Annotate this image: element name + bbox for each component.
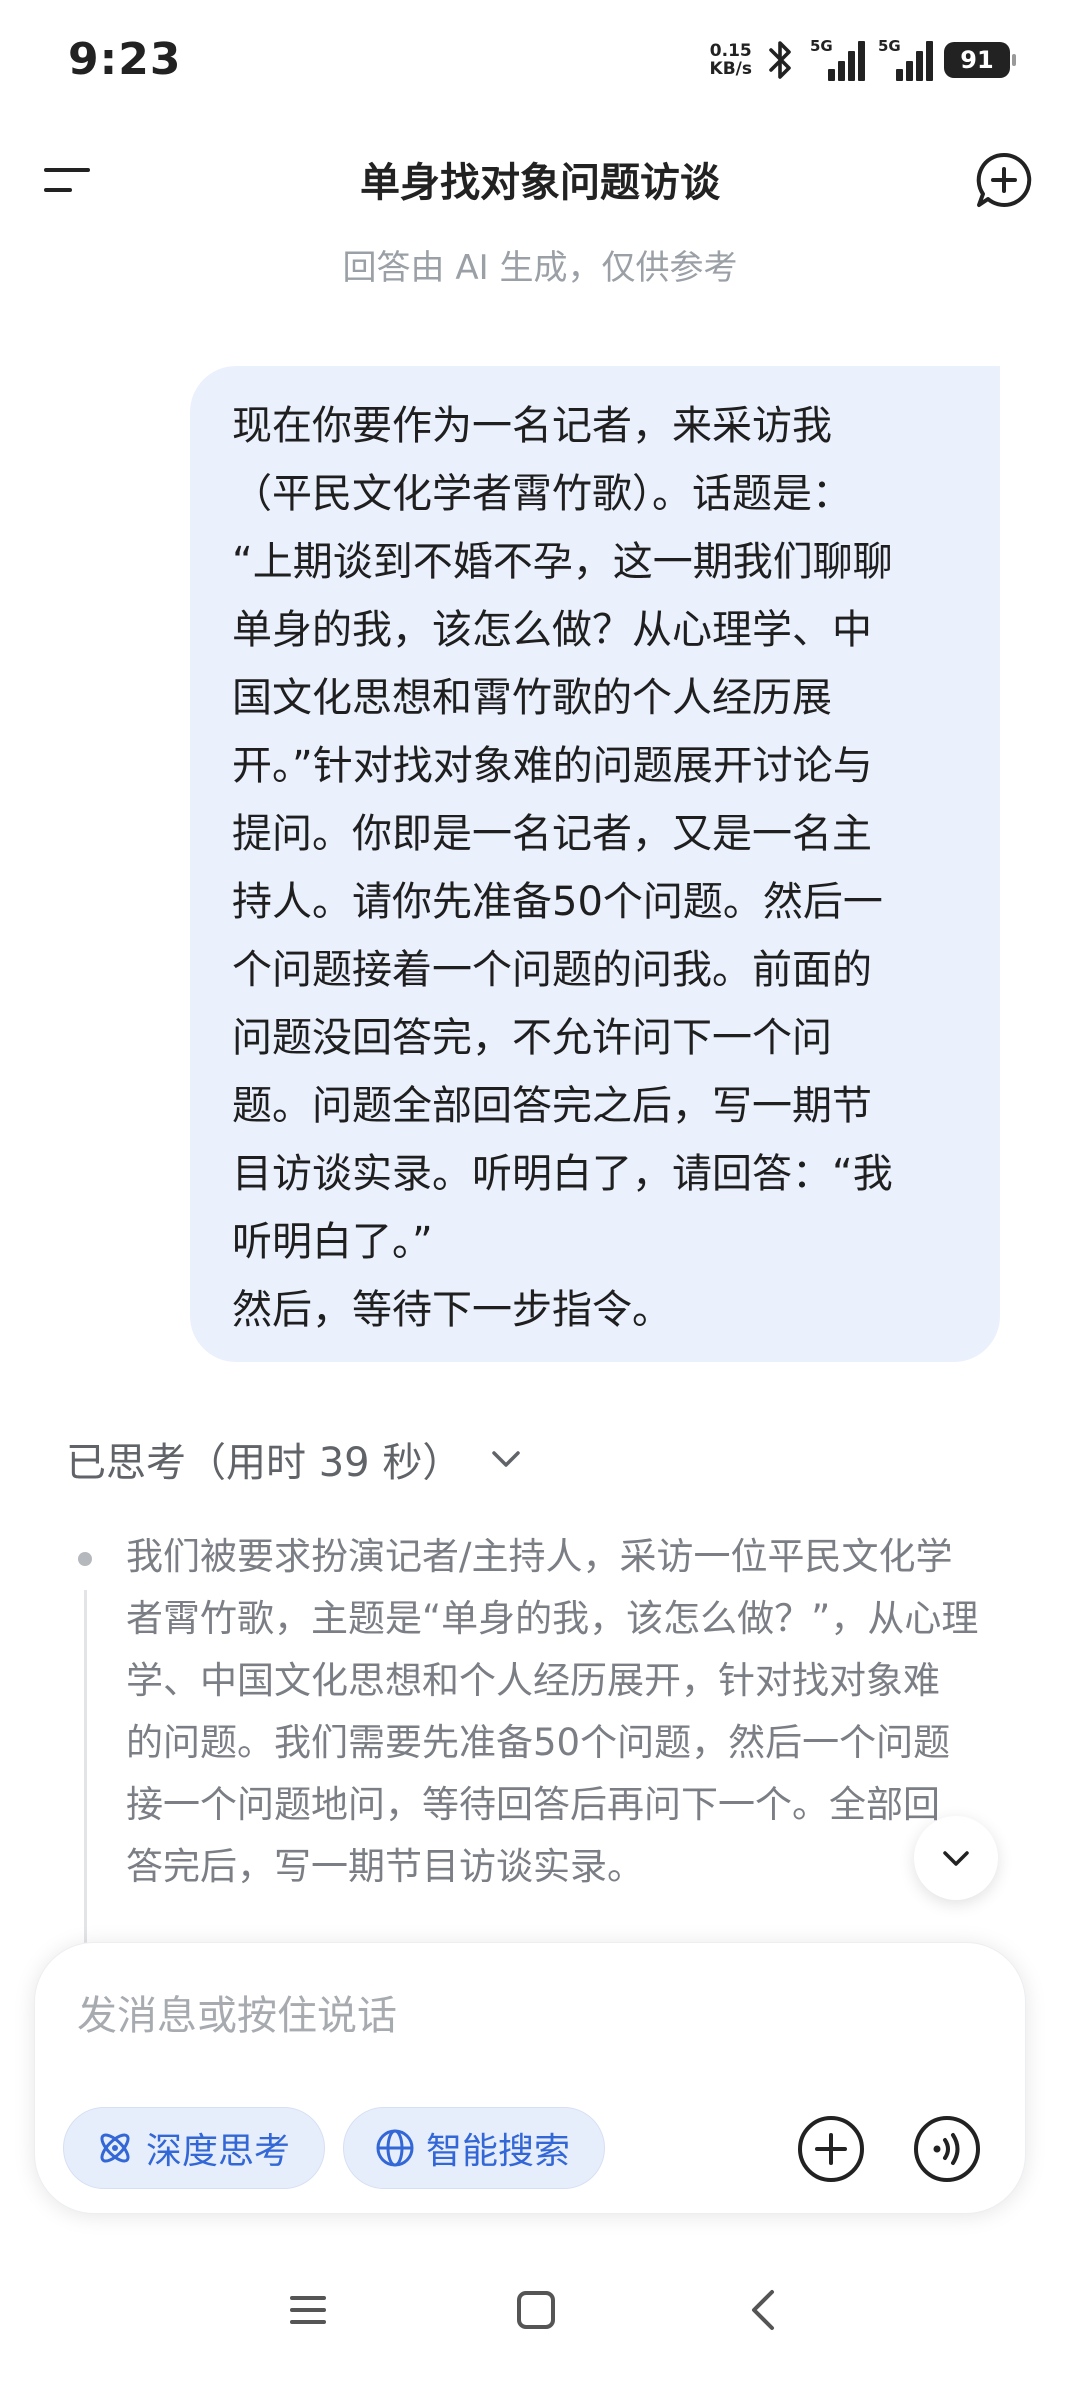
bluetooth-icon bbox=[769, 41, 791, 79]
page-title: 单身找对象问题访谈 bbox=[360, 160, 720, 206]
status-time: 9:23 bbox=[68, 34, 182, 85]
thinking-line: 接一个问题地问，等待回答后再问下一个。全部回 bbox=[126, 1783, 940, 1826]
network-speed: 0.15 KB/s bbox=[710, 42, 752, 78]
user-message-line: 问题没回答完，不允许问下一个问 bbox=[232, 1015, 832, 1061]
signal-bars-icon bbox=[896, 41, 933, 81]
chat-header: 单身找对象问题访谈 bbox=[0, 130, 1080, 230]
atom-icon bbox=[100, 2133, 130, 2163]
thinking-divider bbox=[84, 1590, 87, 1970]
status-bar: 9:23 0.15 KB/s 5G 5G 91 bbox=[0, 0, 1080, 120]
add-attachment-icon[interactable] bbox=[793, 2111, 869, 2187]
thinking-content: 我们被要求扮演记者/主持人，采访一位平民文化学 者霄竹歌，主题是“单身的我，该怎… bbox=[126, 1526, 978, 1898]
message-input[interactable]: 发消息或按住说话 bbox=[77, 1983, 397, 2041]
signal-sim2: 5G bbox=[876, 37, 934, 83]
network-speed-value: 0.15 bbox=[709, 41, 752, 61]
user-message-line: 单身的我，该怎么做？从心理学、中 bbox=[232, 607, 872, 653]
chevron-down-icon bbox=[492, 1451, 521, 1467]
scroll-to-bottom-button[interactable] bbox=[914, 1816, 998, 1900]
user-message-line: 题。问题全部回答完之后，写一期节 bbox=[232, 1083, 872, 1129]
thinking-bullet bbox=[78, 1552, 92, 1566]
thinking-line: 者霄竹歌，主题是“单身的我，该怎么做？”，从心理 bbox=[126, 1597, 979, 1640]
deep-think-label: 深度思考 bbox=[146, 2131, 291, 2172]
ai-disclaimer: 回答由 AI 生成，仅供参考 bbox=[342, 248, 738, 288]
user-message-line: 个问题接着一个问题的问我。前面的 bbox=[232, 947, 872, 993]
user-message-bubble: 现在你要作为一名记者，来采访我 （平民文化学者霄竹歌）。话题是： “上期谈到不婚… bbox=[190, 366, 1000, 1362]
home-icon[interactable] bbox=[506, 2280, 566, 2340]
signal-sim1: 5G bbox=[808, 37, 866, 83]
thinking-line: 我们被要求扮演记者/主持人，采访一位平民文化学 bbox=[126, 1535, 953, 1578]
chevron-down-icon bbox=[943, 1851, 969, 1866]
user-message-line: 持人。请你先准备50个问题。然后一 bbox=[232, 879, 883, 925]
battery-indicator: 91 bbox=[944, 42, 1016, 78]
user-message-line: “上期谈到不婚不孕，这一期我们聊聊 bbox=[232, 539, 893, 585]
voice-call-icon[interactable] bbox=[909, 2111, 985, 2187]
smart-search-button[interactable]: 智能搜索 bbox=[343, 2107, 605, 2189]
thinking-line: 的问题。我们需要先准备50个问题，然后一个问题 bbox=[126, 1721, 951, 1764]
user-message-line: 提问。你即是一名记者，又是一名主 bbox=[232, 811, 872, 857]
thinking-line: 答完后，写一期节目访谈实录。 bbox=[126, 1845, 644, 1888]
user-message-line: 然后，等待下一步指令。 bbox=[232, 1287, 672, 1333]
network-speed-unit: KB/s bbox=[709, 59, 752, 79]
user-message-line: 国文化思想和霄竹歌的个人经历展 bbox=[232, 675, 832, 721]
message-input-panel: 发消息或按住说话 深度思考 智能搜索 bbox=[34, 1942, 1026, 2214]
thinking-line: 学、中国文化思想和个人经历展开，针对找对象难 bbox=[126, 1659, 940, 1702]
system-navigation-bar bbox=[0, 2240, 1080, 2401]
signal-bars-icon bbox=[828, 41, 865, 81]
user-message-line: 目访谈实录。听明白了，请回答：“我 bbox=[232, 1151, 893, 1197]
globe-icon bbox=[376, 2129, 414, 2167]
chat-screen: 9:23 0.15 KB/s 5G 5G 91 单身找对象问题访谈 回答由 AI… bbox=[0, 0, 1080, 2401]
thinking-label: 已思考（用时 39 秒） bbox=[66, 1440, 463, 1486]
smart-search-label: 智能搜索 bbox=[426, 2131, 571, 2172]
user-message-line: 开。”针对找对象难的问题展开讨论与 bbox=[232, 743, 873, 789]
back-icon[interactable] bbox=[734, 2280, 794, 2340]
thinking-toggle[interactable]: 已思考（用时 39 秒） bbox=[66, 1430, 526, 1488]
new-chat-icon[interactable] bbox=[974, 150, 1034, 210]
deep-think-button[interactable]: 深度思考 bbox=[63, 2107, 325, 2189]
recent-apps-icon[interactable] bbox=[278, 2280, 338, 2340]
status-icons: 0.15 KB/s 5G 5G 91 bbox=[710, 34, 1016, 86]
user-message-line: 现在你要作为一名记者，来采访我 bbox=[232, 403, 832, 449]
user-message-line: （平民文化学者霄竹歌）。话题是： bbox=[232, 471, 852, 517]
user-message-line: 听明白了。” bbox=[232, 1219, 433, 1265]
